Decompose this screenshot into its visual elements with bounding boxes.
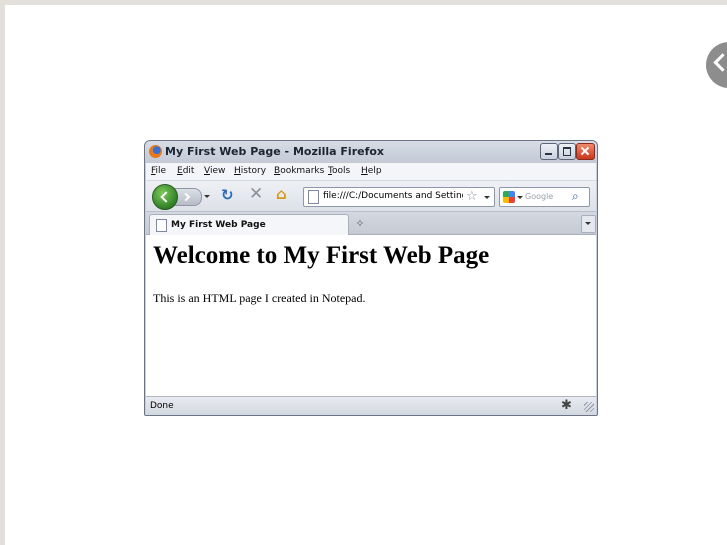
url-dropdown-icon[interactable]: [484, 196, 490, 199]
status-text: Done: [150, 401, 174, 411]
tab-my-first-web-page[interactable]: My First Web Page: [149, 214, 349, 235]
google-engine-icon[interactable]: [503, 191, 515, 203]
search-input[interactable]: Google: [525, 192, 553, 201]
home-icon[interactable]: ⌂: [276, 187, 287, 202]
minimize-button[interactable]: [540, 143, 558, 160]
menu-edit[interactable]: Edit: [177, 166, 194, 176]
bug-icon[interactable]: ✱: [561, 398, 572, 413]
menu-view[interactable]: View: [204, 166, 225, 176]
menu-file[interactable]: File: [151, 166, 166, 176]
search-box[interactable]: Google ⌕: [499, 187, 590, 207]
window-title: My First Web Page - Mozilla Firefox: [165, 145, 385, 158]
tab-strip: My First Web Page ✧: [146, 212, 596, 235]
page-content: Welcome to My First Web Page This is an …: [146, 235, 596, 396]
page-icon: [156, 219, 167, 232]
menu-history[interactable]: History: [234, 166, 266, 176]
tab-list-button[interactable]: [581, 215, 596, 233]
address-bar[interactable]: file:///C:/Documents and Settings/J ☆: [303, 187, 495, 207]
page-heading: Welcome to My First Web Page: [153, 242, 490, 269]
page-icon: [308, 190, 319, 204]
search-icon[interactable]: ⌕: [572, 189, 579, 204]
menu-bookmarks[interactable]: Bookmarks: [274, 166, 324, 176]
forward-button[interactable]: [174, 188, 202, 206]
close-button[interactable]: [576, 143, 595, 160]
bookmark-star-icon[interactable]: ☆: [466, 189, 478, 204]
address-input[interactable]: file:///C:/Documents and Settings/J: [323, 191, 463, 201]
menu-tools[interactable]: Tools: [328, 166, 350, 176]
tab-label: My First Web Page: [171, 220, 266, 230]
browser-window: My First Web Page - Mozilla Firefox File…: [144, 140, 598, 416]
page-paragraph: This is an HTML page I created in Notepa…: [153, 291, 366, 305]
maximize-button[interactable]: [558, 143, 576, 160]
status-bar: Done ✱: [146, 396, 596, 415]
resize-grip-icon[interactable]: [584, 402, 594, 412]
menu-help[interactable]: Help: [361, 166, 382, 176]
chevron-left-icon: [713, 53, 727, 72]
engine-dropdown-icon[interactable]: [517, 196, 523, 199]
navigation-toolbar: ↻ ✕ ⌂ file:///C:/Documents and Settings/…: [146, 181, 596, 212]
back-button[interactable]: [152, 184, 178, 210]
firefox-logo-icon: [149, 145, 162, 158]
stop-icon[interactable]: ✕: [249, 186, 263, 203]
menu-bar: File Edit View History Bookmarks Tools H…: [146, 163, 596, 181]
history-dropdown-icon[interactable]: [204, 195, 210, 198]
reload-icon[interactable]: ↻: [221, 188, 234, 203]
new-tab-button[interactable]: ✧: [351, 215, 369, 233]
title-bar[interactable]: My First Web Page - Mozilla Firefox: [145, 141, 597, 163]
